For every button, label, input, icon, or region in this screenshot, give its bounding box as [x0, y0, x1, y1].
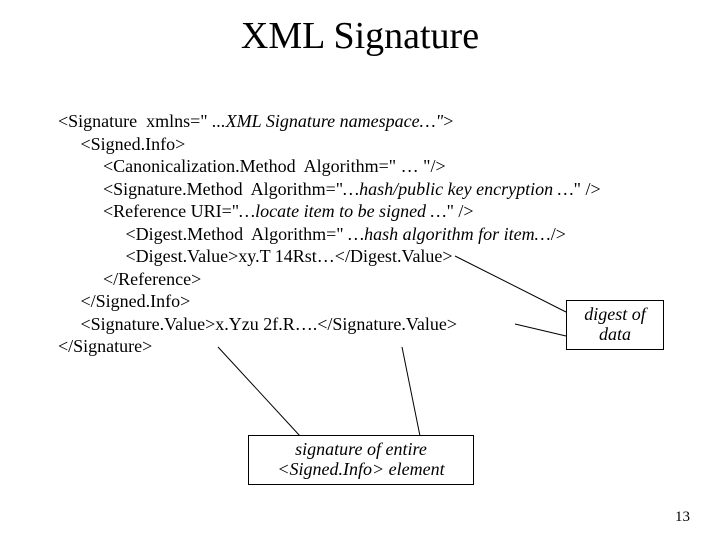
code-line-7: <Digest.Value>xy.T 14Rst…</Digest.Value> [58, 246, 453, 266]
callout-digest-of-data: digest of data [566, 300, 664, 350]
code-line-1: <Signature xmlns=" ...XML Signature name… [58, 111, 453, 131]
callout-signature-of-signedinfo: signature of entire <Signed.Info> elemen… [248, 435, 474, 485]
code-line-10: <Signature.Value>x.Yzu 2f.R….</Signature… [58, 314, 457, 334]
callout2-line2: <Signed.Info> element [277, 460, 444, 480]
code-line-11: </Signature> [58, 336, 152, 356]
page-number: 13 [675, 509, 690, 526]
code-line-3: <Canonicalization.Method Algorithm=" … "… [58, 156, 446, 176]
code-line-8: </Reference> [58, 269, 201, 289]
code-line-6: <Digest.Method Algorithm=" …hash algorit… [58, 224, 566, 244]
callout2-line1: signature of entire [295, 440, 427, 460]
code-line-9: </Signed.Info> [58, 291, 190, 311]
code-line-4: <Signature.Method Algorithm="…hash/publi… [58, 179, 601, 199]
xml-code-block: <Signature xmlns=" ...XML Signature name… [58, 110, 601, 358]
code-line-2: <Signed.Info> [58, 134, 185, 154]
code-line-5: <Reference URI="…locate item to be signe… [58, 201, 474, 221]
slide-title: XML Signature [0, 14, 720, 58]
